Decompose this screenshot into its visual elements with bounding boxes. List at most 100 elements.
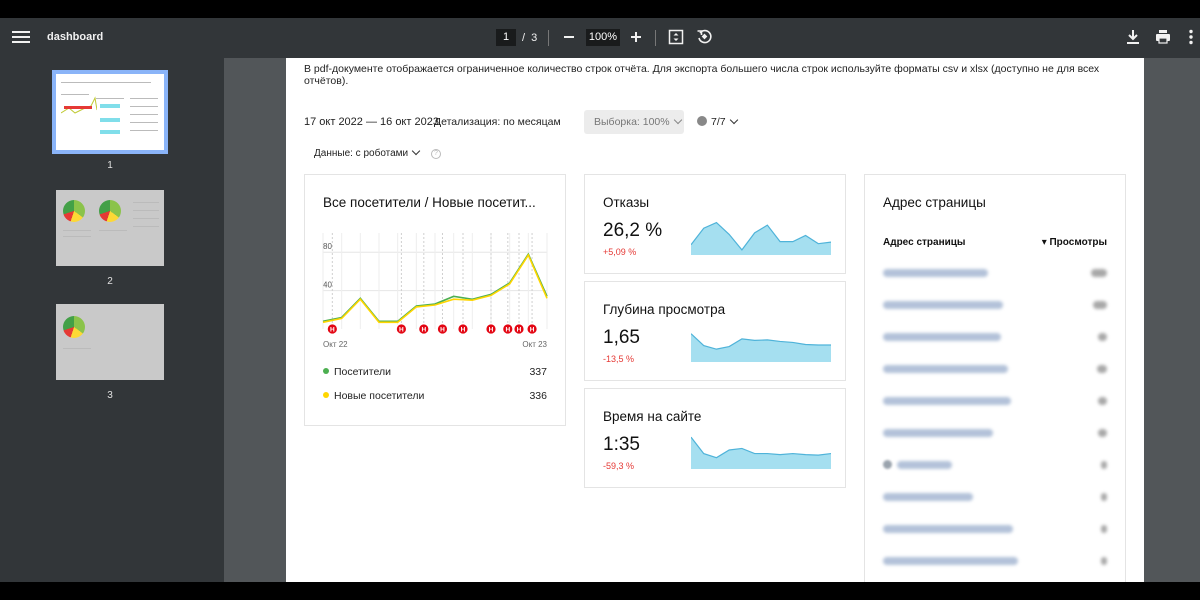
thumbnail-number: 2 xyxy=(107,276,113,287)
row-url-redacted[interactable] xyxy=(883,333,1001,341)
toolbar-divider xyxy=(548,30,549,46)
table-row[interactable] xyxy=(883,523,1107,537)
chevron-down-icon xyxy=(729,115,738,125)
sparkline xyxy=(691,333,831,362)
table-row[interactable] xyxy=(883,555,1107,569)
metric-card-depth: Глубина просмотра 1,65 -13,5 % xyxy=(584,281,846,381)
row-views-redacted xyxy=(1098,397,1107,405)
annotation-marker[interactable]: Н xyxy=(457,323,469,335)
table-row[interactable] xyxy=(883,491,1107,505)
row-views-redacted xyxy=(1101,525,1107,533)
robots-filter-dropdown[interactable]: Данные: с роботами xyxy=(314,146,421,159)
row-url-redacted[interactable] xyxy=(883,493,973,501)
svg-text:Н: Н xyxy=(517,327,522,334)
table-row[interactable] xyxy=(883,267,1107,281)
table-row[interactable] xyxy=(883,459,1107,473)
zoom-out-icon[interactable] xyxy=(561,27,577,47)
help-icon[interactable]: ? xyxy=(431,149,441,159)
svg-text:Н: Н xyxy=(330,327,335,334)
svg-text:Н: Н xyxy=(399,327,404,334)
legend-value: 337 xyxy=(529,366,547,378)
zoom-input[interactable]: 100% xyxy=(586,29,620,46)
row-views-redacted xyxy=(1098,429,1107,437)
table-row[interactable] xyxy=(883,395,1107,409)
metric-value: 1,65 xyxy=(603,327,640,348)
x-tick-label: Окт 23 xyxy=(522,340,547,349)
thumbnail-number: 3 xyxy=(107,390,113,401)
thumbnail-image xyxy=(56,304,164,380)
fit-page-icon[interactable] xyxy=(668,29,684,45)
metric-value: 26,2 % xyxy=(603,220,663,241)
table-row[interactable] xyxy=(883,299,1107,313)
annotation-marker[interactable]: Н xyxy=(418,323,430,335)
download-icon[interactable] xyxy=(1126,29,1140,45)
svg-text:Н: Н xyxy=(489,327,494,334)
page-thumbnail-2[interactable]: 2 xyxy=(52,190,168,287)
more-icon[interactable] xyxy=(1188,29,1194,45)
metric-value: 1:35 xyxy=(603,434,640,455)
svg-text:Н: Н xyxy=(461,327,466,334)
chevron-down-icon xyxy=(411,146,421,156)
thumbnail-image xyxy=(52,70,168,154)
thumbnail-number: 1 xyxy=(107,160,113,171)
metric-delta: +5,09 % xyxy=(603,247,637,257)
annotation-marker[interactable]: Н xyxy=(437,323,448,335)
page-address-card: Адрес страницы Адрес страницы ▾ Просмотр… xyxy=(864,174,1126,582)
sample-dropdown[interactable]: Выборка: 100% xyxy=(584,110,684,134)
detail-level: Детализация: по месяцам xyxy=(434,116,561,128)
export-notice: В pdf-документе отображается ограниченно… xyxy=(304,63,1100,87)
document-title: dashboard xyxy=(47,31,104,43)
svg-text:Н: Н xyxy=(421,327,426,334)
row-url-redacted[interactable] xyxy=(883,429,993,437)
page-thumbnail-1[interactable]: 1 xyxy=(52,70,168,171)
pdf-viewer: dashboard 1 / 3 100% 1 2 3 В pdf-докумен… xyxy=(0,18,1200,582)
row-url-redacted[interactable] xyxy=(883,557,1018,565)
svg-text:Н: Н xyxy=(505,327,510,334)
row-url-redacted[interactable] xyxy=(883,301,1003,309)
row-url-redacted[interactable] xyxy=(883,269,988,277)
current-page-input[interactable]: 1 xyxy=(496,29,516,46)
legend-item: Новые посетители 336 xyxy=(323,390,547,402)
pdf-page: В pdf-документе отображается ограниченно… xyxy=(286,58,1144,582)
row-url-redacted[interactable] xyxy=(897,461,952,469)
menu-icon[interactable] xyxy=(12,28,30,48)
table-row[interactable] xyxy=(883,427,1107,441)
row-views-redacted xyxy=(1093,301,1107,309)
metric-title: Глубина просмотра xyxy=(603,302,726,317)
column-header-views[interactable]: ▾ Просмотры xyxy=(1042,237,1107,248)
annotation-marker[interactable]: Н xyxy=(526,323,538,335)
metric-title: Время на сайте xyxy=(603,409,702,424)
annotation-marker[interactable]: Н xyxy=(502,323,514,335)
card-title: Все посетители / Новые посетит... xyxy=(323,195,536,210)
annotation-marker[interactable]: Н xyxy=(396,323,407,335)
annotation-marker[interactable]: Н xyxy=(513,323,525,335)
metric-card-time: Время на сайте 1:35 -59,3 % xyxy=(584,388,846,488)
column-header-url[interactable]: Адрес страницы xyxy=(883,237,965,248)
table-row[interactable] xyxy=(883,363,1107,377)
toolbar-divider xyxy=(655,30,656,46)
svg-text:Н: Н xyxy=(530,327,535,334)
series-dot xyxy=(323,392,329,398)
row-url-redacted[interactable] xyxy=(883,397,1011,405)
zoom-in-icon[interactable] xyxy=(628,27,644,47)
date-range: 17 окт 2022 — 16 окт 2023 xyxy=(304,116,439,128)
row-views-redacted xyxy=(1101,557,1107,565)
annotation-marker[interactable]: Н xyxy=(326,323,338,335)
x-tick-label: Окт 22 xyxy=(323,340,348,349)
annotation-marker[interactable]: Н xyxy=(485,323,497,335)
row-views-redacted xyxy=(1101,461,1107,469)
legend-item: Посетители 337 xyxy=(323,366,547,378)
row-url-redacted[interactable] xyxy=(883,365,1008,373)
legend-label: Посетители xyxy=(334,366,391,378)
robots-filter-label: Данные: с роботами xyxy=(314,148,409,159)
table-row[interactable] xyxy=(883,331,1107,345)
page-thumbnail-3[interactable]: 3 xyxy=(52,304,168,401)
card-title: Адрес страницы xyxy=(883,195,986,210)
print-icon[interactable] xyxy=(1155,29,1171,44)
segments-dropdown[interactable]: 7/7 xyxy=(697,115,738,128)
row-url-redacted[interactable] xyxy=(883,525,1013,533)
visitors-card: Все посетители / Новые посетит... 40 80 Н Н… xyxy=(304,174,566,426)
metric-card-bounce: Отказы 26,2 % +5,09 % xyxy=(584,174,846,274)
row-views-redacted xyxy=(1101,493,1107,501)
rotate-icon[interactable] xyxy=(696,28,713,45)
